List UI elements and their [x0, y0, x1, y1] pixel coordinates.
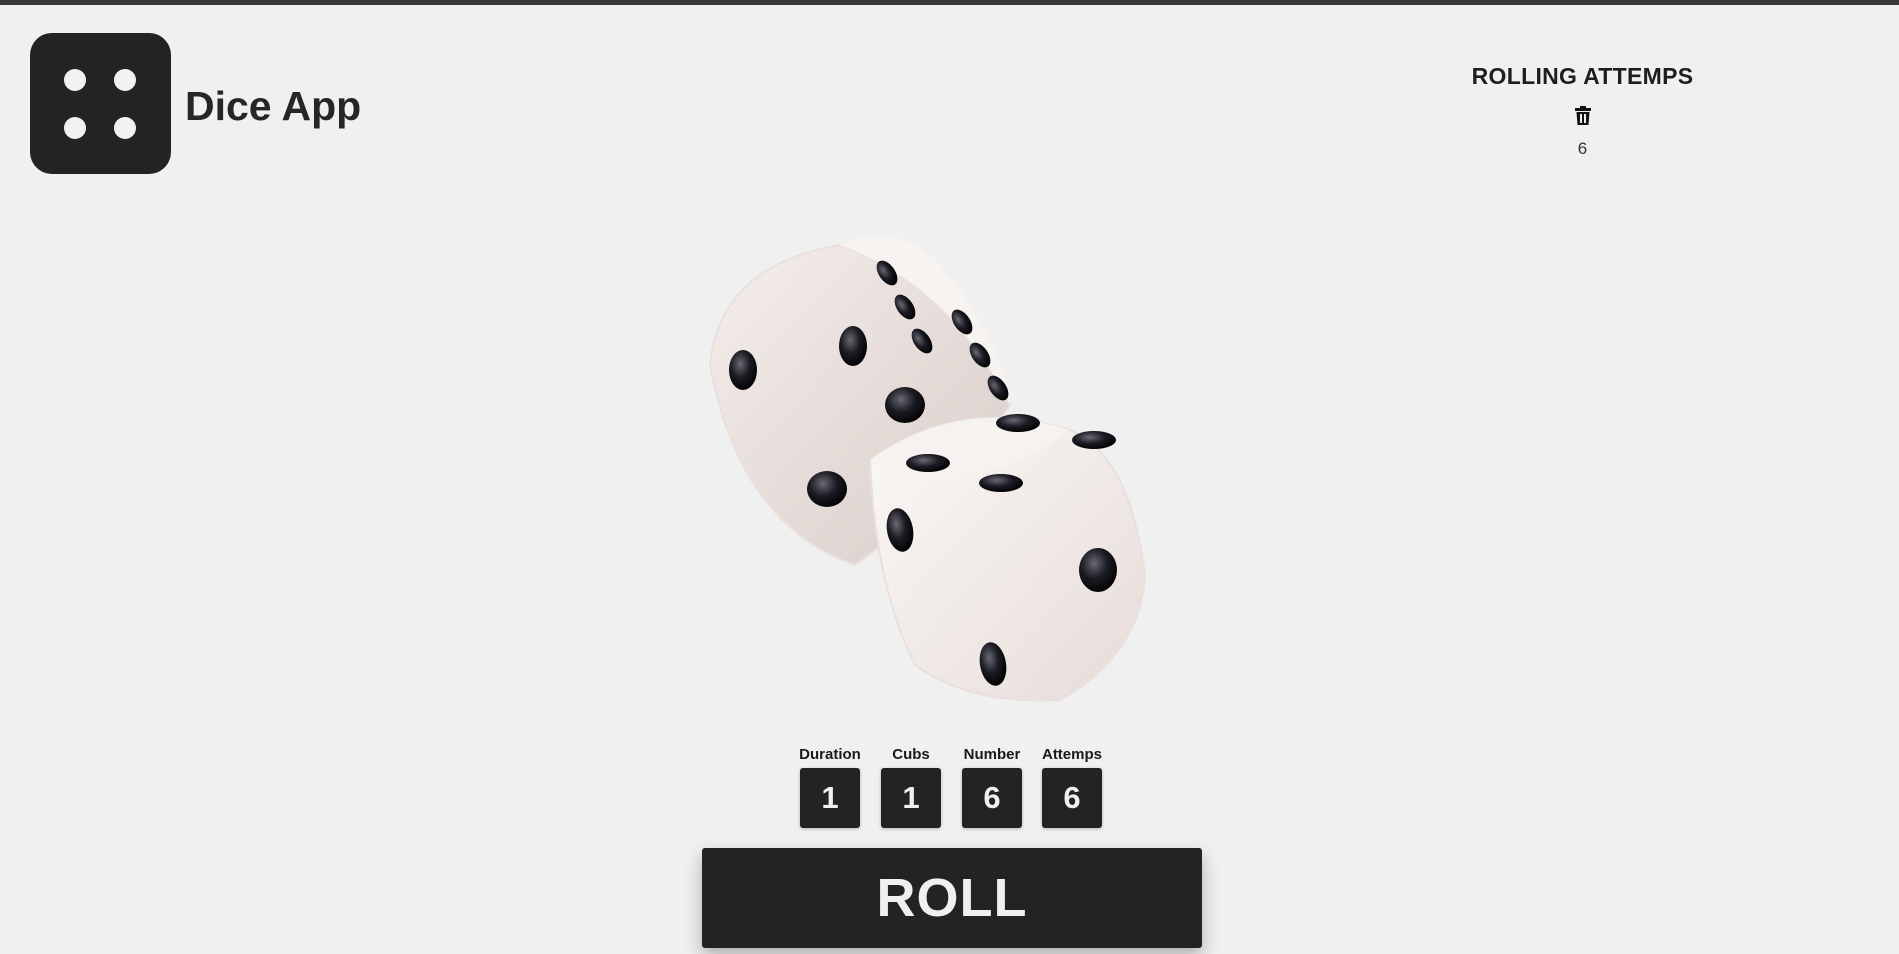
stat-label: Attemps [1041, 746, 1102, 763]
rolling-attempts-title: ROLLING ATTEMPS [1471, 63, 1694, 89]
stat-value: 1 [800, 768, 860, 828]
logo-pip [114, 117, 136, 139]
stat-label: Duration [799, 746, 861, 763]
stat-value: 6 [962, 768, 1022, 828]
logo-pip [64, 117, 86, 139]
dice-illustration [708, 236, 1147, 702]
stat-label: Number [963, 746, 1021, 763]
app-title: Dice App [185, 83, 362, 129]
stat-number: Number 6 [952, 746, 1032, 828]
stat-value: 1 [881, 768, 941, 828]
rolling-attempts-panel: ROLLING ATTEMPS 6 [1420, 62, 1745, 159]
roll-button[interactable]: ROLL [702, 848, 1202, 948]
logo-pip [114, 69, 136, 91]
stat-label: Cubs [892, 746, 930, 763]
stat-duration: Duration 1 [790, 746, 870, 828]
dice-four-icon [30, 33, 171, 174]
front-die [868, 414, 1147, 702]
logo-pip [64, 69, 86, 91]
stat-cubs: Cubs 1 [871, 746, 951, 828]
trash-icon[interactable] [1571, 104, 1595, 128]
stat-attemps: Attemps 6 [1032, 746, 1112, 828]
top-border [0, 0, 1899, 5]
attempt-list-item: 6 [1577, 139, 1588, 158]
stat-value: 6 [1042, 768, 1102, 828]
